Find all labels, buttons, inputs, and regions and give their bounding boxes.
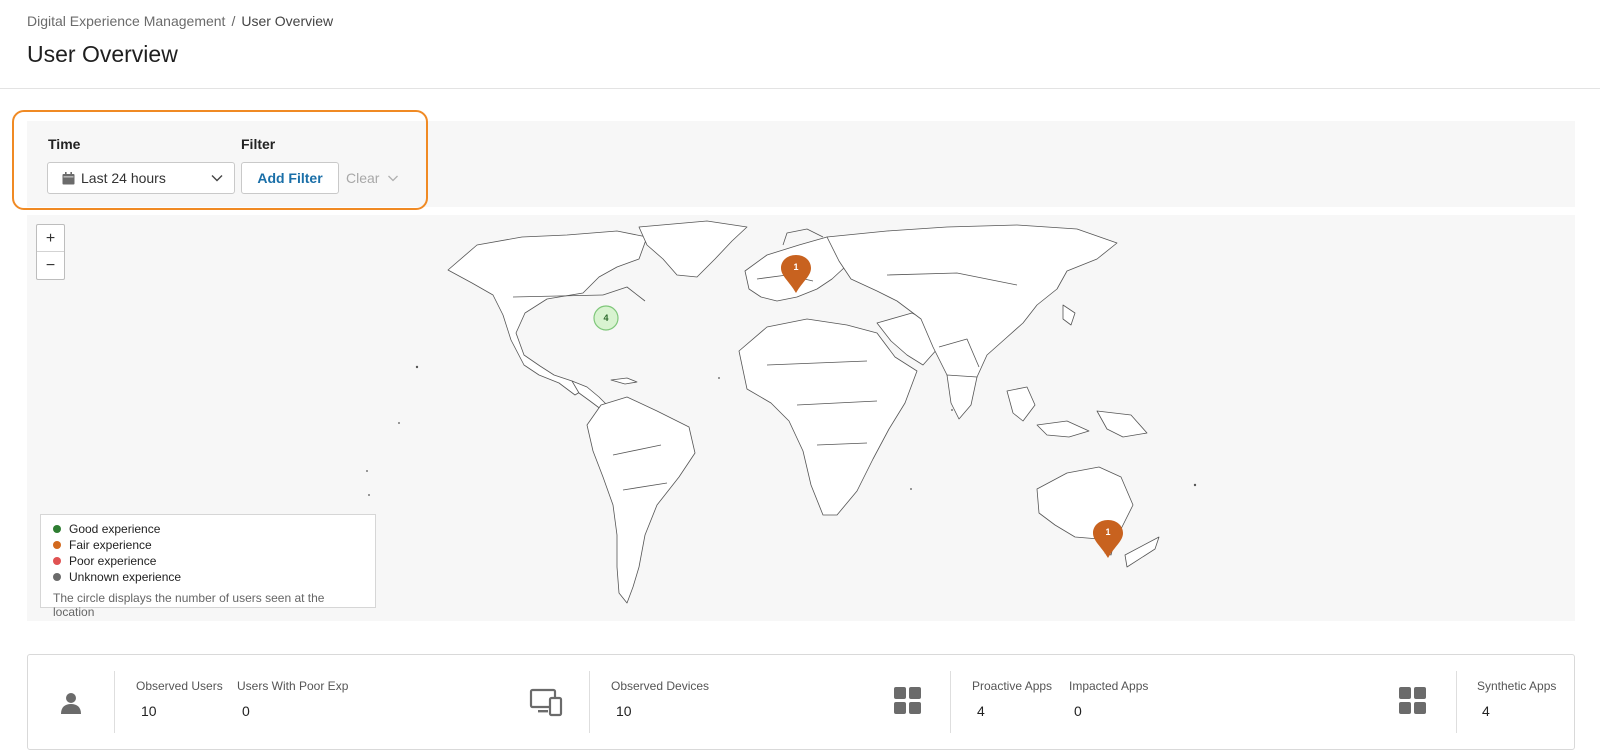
stat-label: Synthetic Apps (1477, 679, 1557, 693)
legend-dot (53, 525, 61, 533)
legend-item-fair: Fair experience (53, 537, 363, 553)
devices-icon (529, 686, 563, 718)
stat-observed-users[interactable]: Observed Users 10 (136, 679, 223, 719)
map-pin-icon[interactable]: 1 (1093, 520, 1123, 558)
time-range-select[interactable]: Last 24 hours (47, 162, 235, 194)
stat-observed-devices[interactable]: Observed Devices 10 (611, 679, 709, 719)
marker-count: 1 (793, 262, 798, 272)
user-icon (58, 690, 84, 716)
legend-item-good: Good experience (53, 521, 363, 537)
stat-label: Impacted Apps (1069, 679, 1149, 693)
stat-divider (1456, 671, 1457, 733)
stat-users-poor-exp[interactable]: Users With Poor Exp 0 (237, 679, 348, 719)
legend-dot (53, 557, 61, 565)
clear-filter-dropdown[interactable]: Clear (346, 162, 399, 194)
apps-grid-icon (1398, 686, 1428, 716)
legend-item-unknown: Unknown experience (53, 569, 363, 585)
stat-label: Proactive Apps (972, 679, 1053, 693)
map-legend: Good experience Fair experience Poor exp… (40, 514, 376, 619)
zoom-out-button[interactable]: − (37, 252, 64, 279)
apps-grid-icon (893, 686, 923, 716)
time-label: Time (48, 136, 81, 152)
breadcrumb-current: User Overview (241, 13, 334, 29)
filter-highlight-outline (12, 110, 428, 210)
chevron-down-icon (210, 173, 224, 183)
stat-divider (114, 671, 115, 733)
legend-label: Good experience (69, 522, 161, 536)
clear-label: Clear (346, 170, 380, 186)
stat-value: 0 (242, 703, 250, 719)
marker-count: 1 (1105, 527, 1110, 537)
stat-value: 4 (977, 703, 985, 719)
time-range-value: Last 24 hours (81, 170, 166, 186)
legend-dot (53, 573, 61, 581)
legend-label: Unknown experience (69, 570, 182, 584)
filter-label: Filter (241, 136, 276, 152)
stat-label: Users With Poor Exp (237, 679, 349, 693)
stat-value: 10 (616, 703, 632, 719)
calendar-icon (62, 171, 75, 185)
map-zoom-control: + − (36, 224, 65, 280)
stat-proactive-apps[interactable]: Proactive Apps 4 (972, 679, 1052, 719)
legend-dot (53, 541, 61, 549)
page-title: User Overview (27, 41, 178, 67)
header-divider (0, 88, 1600, 89)
stat-impacted-apps[interactable]: Impacted Apps 0 (1069, 679, 1148, 719)
add-filter-button[interactable]: Add Filter (241, 162, 339, 194)
stat-label: Observed Devices (611, 679, 710, 693)
legend-label: Poor experience (69, 554, 157, 568)
cluster-count: 4 (603, 313, 608, 323)
legend-note: The circle displays the number of users … (53, 591, 325, 619)
breadcrumb: Digital Experience Management / User Ove… (27, 13, 333, 29)
stat-value: 0 (1074, 703, 1082, 719)
zoom-in-button[interactable]: + (37, 225, 64, 252)
stat-divider (950, 671, 951, 733)
stat-value: 10 (141, 703, 157, 719)
chevron-down-icon (387, 174, 399, 183)
stat-synthetic-apps[interactable]: Synthetic Apps 4 (1477, 679, 1556, 719)
breadcrumb-separator: / (231, 13, 236, 29)
breadcrumb-parent-link[interactable]: Digital Experience Management (27, 13, 225, 29)
stat-divider (589, 671, 590, 733)
stat-label: Observed Users (136, 679, 223, 693)
legend-label: Fair experience (69, 538, 152, 552)
legend-item-poor: Poor experience (53, 553, 363, 569)
stat-value: 4 (1482, 703, 1490, 719)
user-cluster-marker[interactable]: 4 (593, 305, 619, 331)
